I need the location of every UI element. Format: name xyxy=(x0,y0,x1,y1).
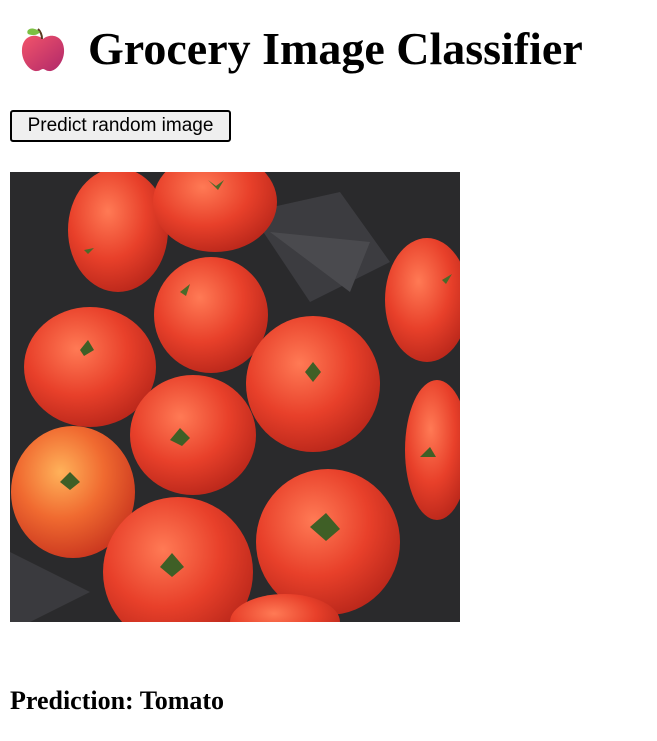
tomato-5 xyxy=(24,307,156,427)
page-header: Grocery Image Classifier xyxy=(18,18,583,80)
tomato-10 xyxy=(256,469,400,615)
red-apple-icon xyxy=(18,24,68,74)
predict-random-image-button[interactable]: Predict random image xyxy=(10,110,231,142)
tomato-3 xyxy=(154,257,268,373)
tomato-1 xyxy=(68,172,168,292)
tomato-6 xyxy=(246,316,380,452)
tomatoes-photo xyxy=(10,172,460,622)
tomato-7 xyxy=(130,375,256,495)
page-title: Grocery Image Classifier xyxy=(88,23,583,74)
prediction-result: Prediction: Tomato xyxy=(10,686,225,715)
